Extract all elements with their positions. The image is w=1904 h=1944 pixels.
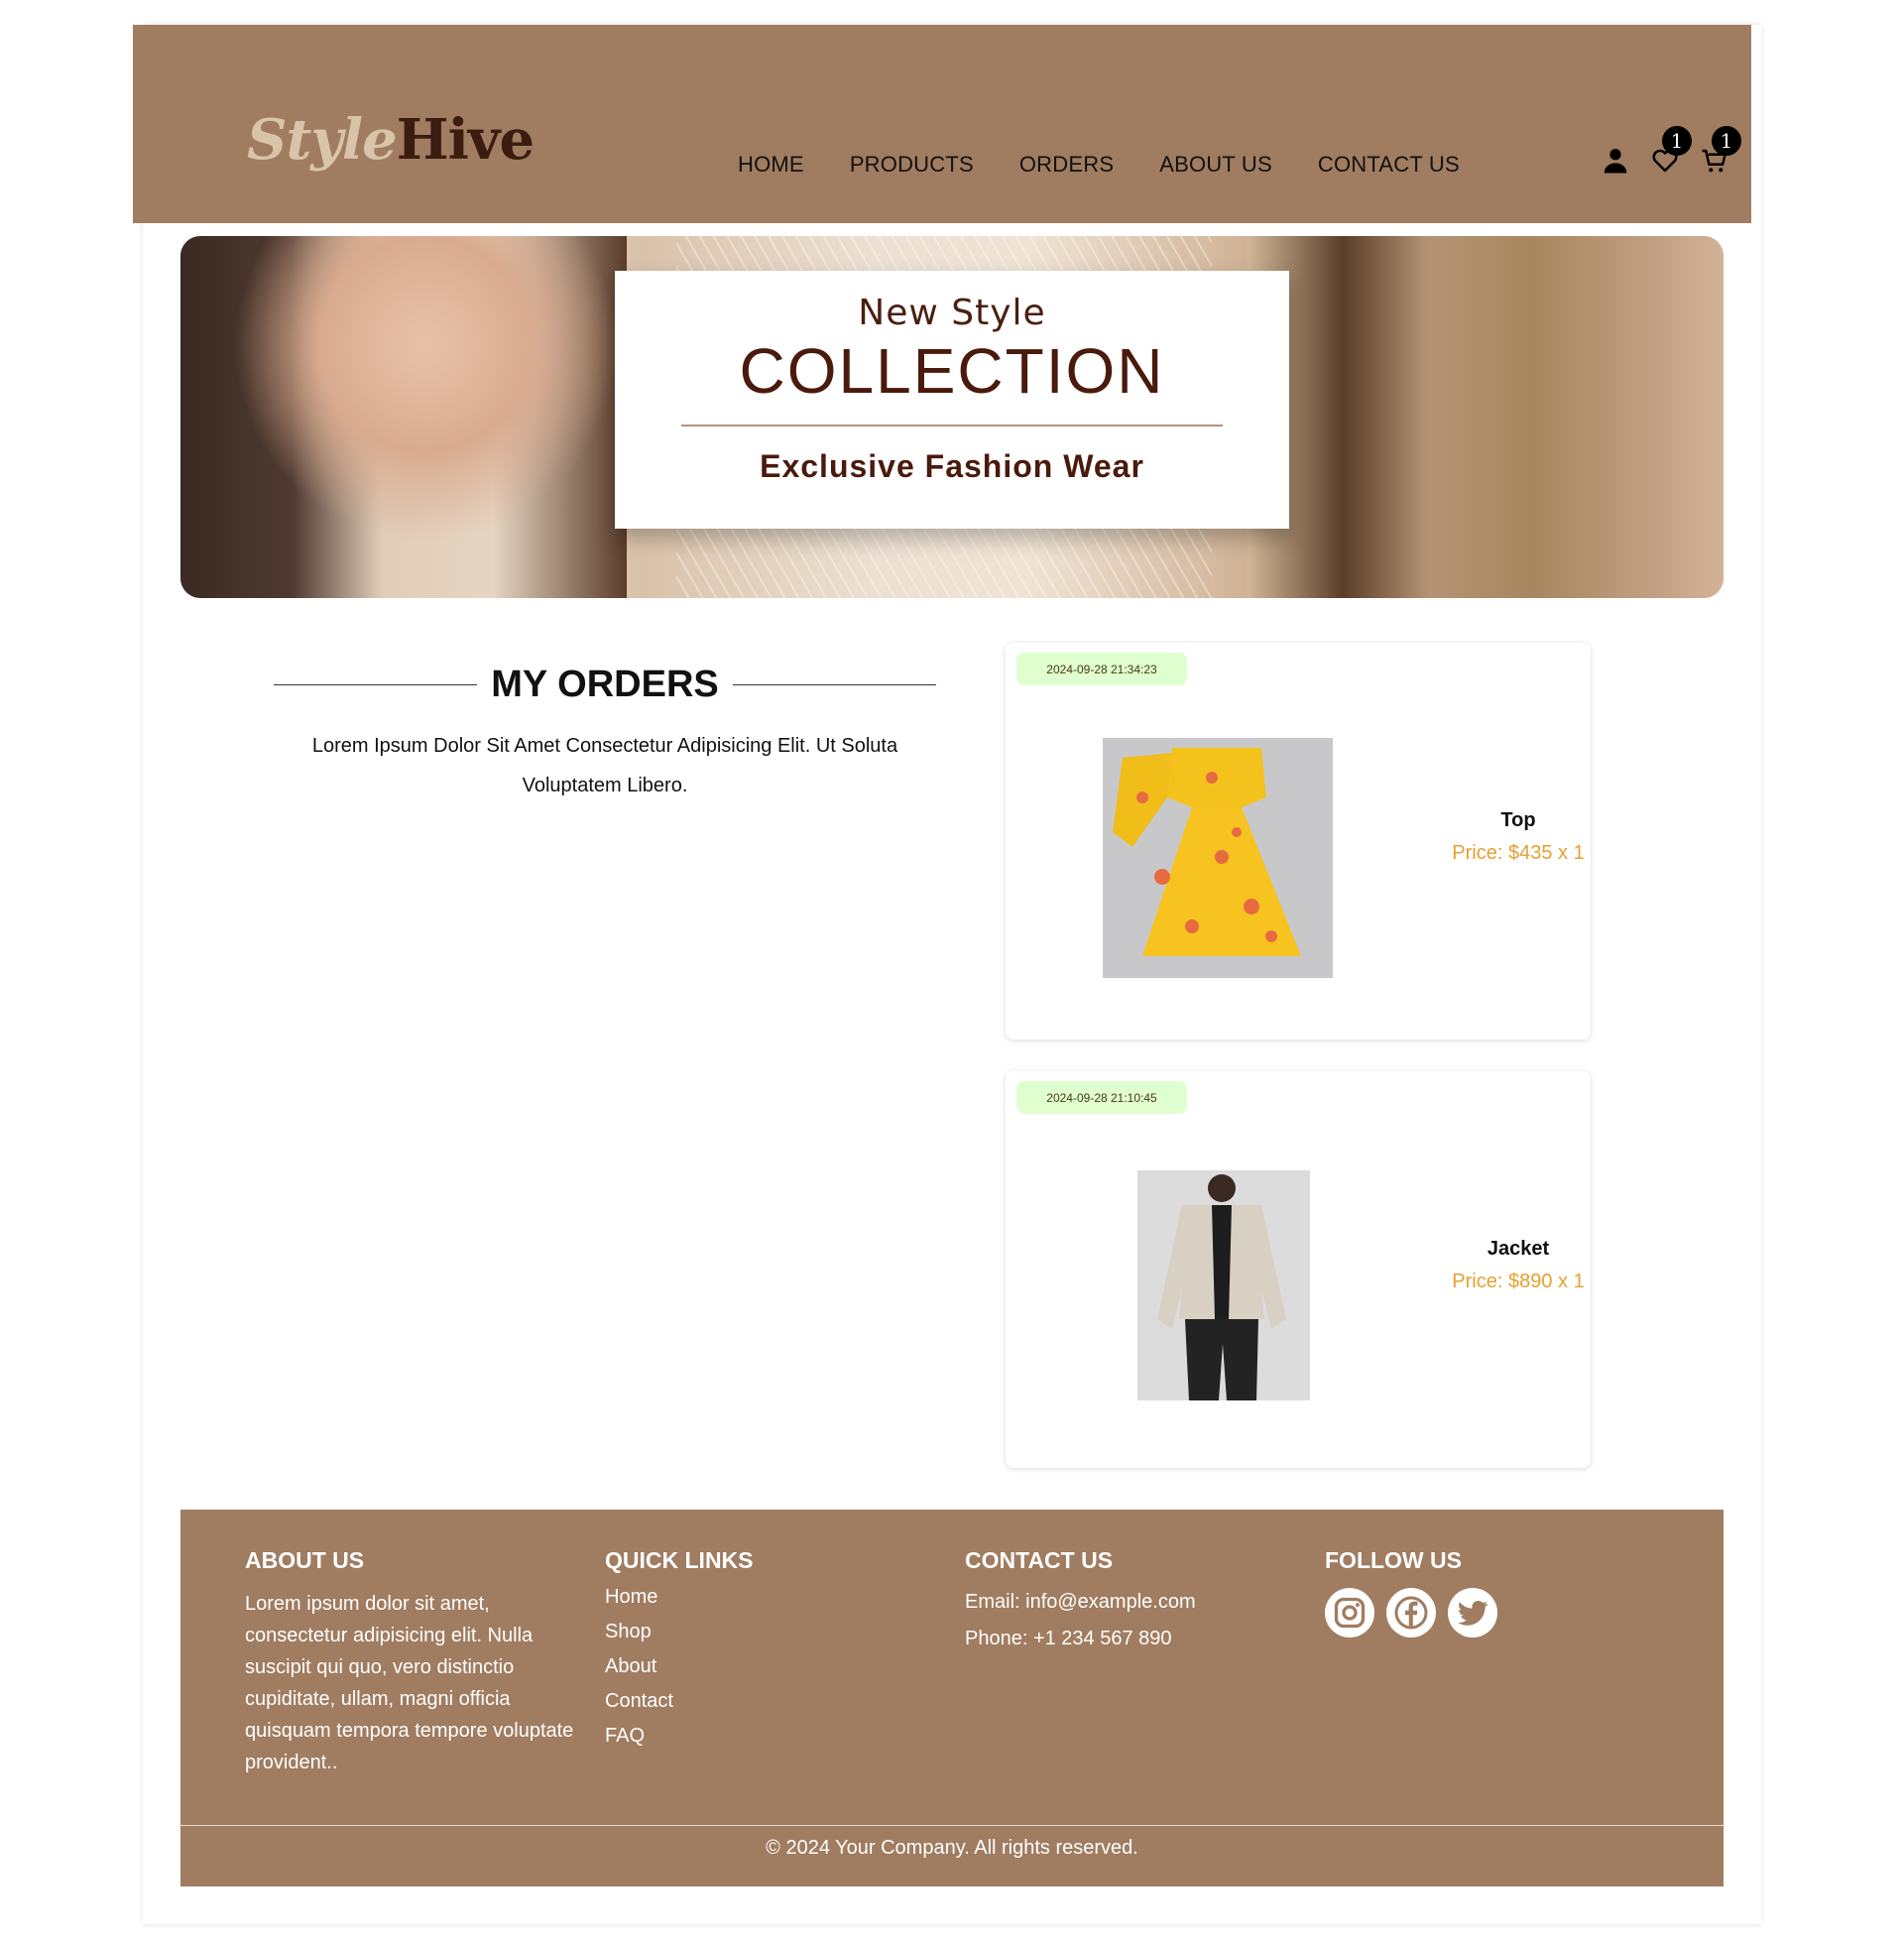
order-product-name: Jacket — [1487, 1238, 1550, 1260]
twitter-icon[interactable] — [1448, 1588, 1497, 1638]
orders-description: Lorem Ipsum Dolor Sit Amet Consectetur A… — [311, 735, 898, 796]
wishlist-count-badge: 1 — [1662, 126, 1692, 156]
footer-contact: CONTACT US Email: info@example.com Phone… — [965, 1547, 1196, 1661]
footer-link-home[interactable]: Home — [605, 1580, 754, 1615]
site-footer: ABOUT US Lorem ipsum dolor sit amet, con… — [180, 1510, 1724, 1886]
footer-link-about[interactable]: About — [605, 1649, 754, 1684]
footer-about: ABOUT US Lorem ipsum dolor sit amet, con… — [245, 1547, 582, 1778]
nav-about-us[interactable]: ABOUT US — [1159, 152, 1272, 178]
logo-text-style: Style — [247, 107, 398, 173]
footer-phone: Phone: +1 234 567 890 — [965, 1628, 1172, 1649]
cart-button[interactable]: 1 — [1700, 126, 1741, 176]
footer-contact-title: CONTACT US — [965, 1547, 1114, 1573]
nav-products[interactable]: PRODUCTS — [850, 152, 974, 178]
orders-heading-section: MY ORDERS Lorem Ipsum Dolor Sit Amet Con… — [274, 663, 937, 805]
site-header: StyleHive HOME PRODUCTS ORDERS ABOUT US … — [133, 25, 1751, 223]
banner-model-image-right — [1248, 236, 1724, 598]
order-product-price: Price: $435 x 1 — [1452, 842, 1585, 864]
banner-subtitle: Exclusive Fashion Wear — [760, 448, 1144, 484]
banner-card: New Style COLLECTION Exclusive Fashion W… — [615, 271, 1289, 529]
footer-links-title: QUICK LINKS — [605, 1547, 754, 1573]
order-product-image[interactable] — [1137, 1170, 1310, 1400]
order-date-badge: 2024-09-28 21:34:23 — [1016, 653, 1187, 685]
footer-link-faq[interactable]: FAQ — [605, 1719, 754, 1754]
banner-headline: COLLECTION — [739, 335, 1165, 407]
order-card[interactable]: 2024-09-28 21:34:23 Top Price: $435 x 1 — [1006, 643, 1591, 1039]
nav-orders[interactable]: ORDERS — [1019, 152, 1114, 178]
logo[interactable]: StyleHive — [247, 112, 535, 168]
hero-banner: New Style COLLECTION Exclusive Fashion W… — [180, 236, 1724, 598]
wishlist-button[interactable]: 1 — [1650, 126, 1692, 176]
order-card[interactable]: 2024-09-28 21:10:45 Jacket Price: $890 x… — [1006, 1071, 1591, 1468]
nav-contact-us[interactable]: CONTACT US — [1318, 152, 1460, 178]
logo-text-hive: Hive — [396, 107, 535, 173]
page-title: MY ORDERS — [491, 664, 719, 705]
banner-divider — [681, 425, 1223, 426]
heading-line-left — [274, 683, 478, 685]
nav-home[interactable]: HOME — [738, 152, 804, 178]
footer-about-title: ABOUT US — [245, 1547, 365, 1573]
order-product-price: Price: $890 x 1 — [1452, 1271, 1585, 1292]
social-links — [1325, 1588, 1497, 1638]
facebook-icon[interactable] — [1386, 1588, 1436, 1638]
footer-about-text: Lorem ipsum dolor sit amet, consectetur … — [245, 1593, 574, 1773]
footer-copyright: © 2024 Your Company. All rights reserved… — [766, 1837, 1138, 1859]
user-icon[interactable] — [1601, 146, 1630, 176]
order-date-badge: 2024-09-28 21:10:45 — [1016, 1081, 1187, 1114]
footer-quick-links: QUICK LINKS Home Shop About Contact FAQ — [605, 1547, 754, 1754]
cart-count-badge: 1 — [1712, 126, 1741, 156]
main-nav: HOME PRODUCTS ORDERS ABOUT US CONTACT US — [738, 152, 1505, 178]
order-info: Top Price: $435 x 1 — [1448, 809, 1589, 865]
footer-divider — [180, 1825, 1724, 1826]
order-product-image[interactable] — [1103, 738, 1333, 978]
footer-link-contact[interactable]: Contact — [605, 1684, 754, 1719]
header-icons: 1 1 — [1601, 124, 1749, 183]
heading-line-right — [732, 683, 937, 685]
banner-model-image-left — [180, 236, 627, 598]
banner-kicker: New Style — [858, 293, 1046, 333]
instagram-icon[interactable] — [1325, 1588, 1374, 1638]
order-product-name: Top — [1500, 809, 1536, 831]
footer-follow-title: FOLLOW US — [1325, 1547, 1462, 1573]
order-info: Jacket Price: $890 x 1 — [1448, 1238, 1589, 1293]
footer-follow: FOLLOW US — [1325, 1547, 1497, 1638]
footer-link-shop[interactable]: Shop — [605, 1615, 754, 1649]
